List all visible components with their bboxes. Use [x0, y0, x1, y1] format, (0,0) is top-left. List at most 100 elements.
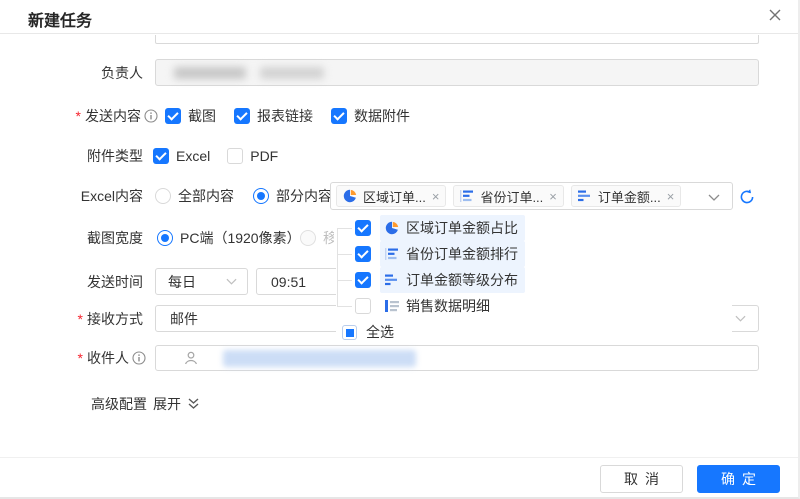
- confirm-button[interactable]: 确定: [697, 465, 780, 493]
- table-icon: [385, 299, 399, 313]
- send-content-label: 发送内容: [85, 106, 141, 126]
- new-task-dialog: 新建任务 负责人 * 发送内容 截图 报表链接 数据附件: [0, 0, 800, 499]
- checkbox-indeterminate-icon[interactable]: [342, 325, 357, 340]
- checkbox-unchecked-icon[interactable]: [355, 298, 371, 314]
- dropdown-item-label: 订单金额等级分布: [406, 270, 518, 290]
- tag-remove-icon[interactable]: ×: [667, 190, 675, 203]
- attachment-type-options: Excel PDF: [153, 146, 278, 166]
- checkbox-checked-icon[interactable]: [153, 148, 169, 164]
- info-icon[interactable]: [144, 109, 158, 123]
- multiselect-dropdown-panel: 区域订单金额占比 省份订单金额排行 订单金额等级分布: [336, 211, 732, 343]
- checkbox-checked-icon[interactable]: [355, 272, 371, 288]
- dropdown-item-label: 区域订单金额占比: [406, 218, 518, 238]
- cancel-button[interactable]: 取消: [600, 465, 683, 493]
- advanced-expand-toggle[interactable]: 展开: [153, 394, 200, 414]
- send-content-options: 截图 报表链接 数据附件: [165, 106, 410, 126]
- required-asterisk: *: [78, 311, 83, 327]
- double-chevron-down-icon: [187, 397, 200, 411]
- tag-label: 省份订单...: [480, 187, 543, 206]
- clipped-input-top[interactable]: [155, 35, 759, 44]
- person-icon: [184, 351, 198, 365]
- dropdown-item-sales-detail[interactable]: 销售数据明细: [355, 294, 497, 318]
- screenshot-width-label: 截图宽度: [0, 228, 143, 248]
- refresh-icon[interactable]: [738, 188, 756, 206]
- radio-label: 部分内容: [276, 186, 332, 206]
- excel-content-label: Excel内容: [0, 186, 143, 206]
- checkbox-checked-icon[interactable]: [331, 108, 347, 124]
- checkbox-checked-icon[interactable]: [355, 220, 371, 236]
- checkbox-unchecked-icon[interactable]: [227, 148, 243, 164]
- checkbox-checked-icon[interactable]: [234, 108, 250, 124]
- checkbox-excel[interactable]: Excel: [153, 148, 210, 164]
- frequency-select[interactable]: 每日: [155, 268, 248, 295]
- checkbox-label: Excel: [176, 148, 210, 164]
- dropdown-item-order-amount[interactable]: 订单金额等级分布: [355, 268, 525, 292]
- radio-label: 全部内容: [178, 186, 234, 206]
- radio-label: 移动端: [323, 228, 334, 248]
- chevron-down-icon: [226, 278, 237, 285]
- dropdown-item-label: 销售数据明细: [406, 296, 490, 316]
- tag-remove-icon[interactable]: ×: [549, 190, 557, 203]
- checkbox-label: 数据附件: [354, 106, 410, 126]
- tree-connector: [337, 254, 352, 255]
- attachment-type-label: 附件类型: [0, 146, 143, 166]
- close-icon: [767, 7, 783, 23]
- checkbox-pdf[interactable]: PDF: [227, 148, 278, 164]
- tag-label: 区域订单...: [363, 187, 426, 206]
- bar-rank-icon: [460, 189, 474, 203]
- radio-pc-width[interactable]: PC端（1920像素）: [157, 228, 301, 248]
- recipient-input[interactable]: [155, 345, 759, 371]
- excel-content-multiselect[interactable]: 区域订单... × 省份订单... × 订单金额... ×: [330, 182, 733, 210]
- tree-connector: [337, 228, 338, 307]
- pie-chart-icon: [385, 221, 399, 235]
- info-icon[interactable]: [132, 351, 146, 365]
- tree-connector: [337, 306, 352, 307]
- footer-divider: [0, 457, 800, 458]
- checkbox-label: 报表链接: [257, 106, 313, 126]
- receive-method-label: 接收方式: [87, 309, 143, 329]
- tree-connector: [337, 228, 352, 229]
- redacted-owner-value: [260, 67, 324, 79]
- advanced-config-label: 高级配置: [0, 394, 147, 414]
- recipient-label-group: * 收件人: [0, 345, 146, 371]
- recipient-label: 收件人: [87, 348, 129, 368]
- tag-province-order[interactable]: 省份订单... ×: [453, 185, 563, 207]
- radio-selected-icon[interactable]: [157, 230, 173, 246]
- select-all-option[interactable]: 全选: [342, 321, 394, 343]
- dialog-title: 新建任务: [28, 7, 92, 31]
- dropdown-item-label: 省份订单金额排行: [406, 244, 518, 264]
- checkbox-checked-icon[interactable]: [355, 246, 371, 262]
- checkbox-label: PDF: [250, 148, 278, 164]
- close-button[interactable]: [764, 4, 786, 26]
- checkbox-data-attachment[interactable]: 数据附件: [331, 106, 410, 126]
- chevron-down-icon[interactable]: [708, 194, 720, 201]
- select-all-label: 全选: [366, 322, 394, 342]
- bar-dist-icon: [385, 273, 399, 287]
- tag-remove-icon[interactable]: ×: [432, 190, 440, 203]
- frequency-value: 每日: [168, 272, 196, 292]
- dropdown-item-region-order[interactable]: 区域订单金额占比: [355, 216, 525, 240]
- tree-connector: [337, 280, 352, 281]
- excel-content-radios: 全部内容 部分内容: [155, 186, 332, 206]
- radio-partial-content[interactable]: 部分内容: [253, 186, 332, 206]
- checkbox-report-link[interactable]: 报表链接: [234, 106, 313, 126]
- send-time-label: 发送时间: [0, 268, 143, 295]
- dropdown-item-province-order[interactable]: 省份订单金额排行: [355, 242, 525, 266]
- chevron-down-icon: [735, 315, 746, 322]
- checkbox-checked-icon[interactable]: [165, 108, 181, 124]
- radio-unselected-icon[interactable]: [155, 188, 171, 204]
- pie-chart-icon: [343, 189, 357, 203]
- tag-order-amount[interactable]: 订单金额... ×: [571, 185, 681, 207]
- send-content-label-group: * 发送内容: [0, 106, 158, 126]
- tag-label: 订单金额...: [598, 187, 661, 206]
- time-value: 09:51: [271, 274, 306, 290]
- radio-all-content[interactable]: 全部内容: [155, 186, 234, 206]
- header-divider: [0, 33, 800, 34]
- bar-dist-icon: [578, 189, 592, 203]
- radio-label: PC端（1920像素）: [180, 228, 301, 248]
- tag-region-order[interactable]: 区域订单... ×: [336, 185, 446, 207]
- receive-method-label-group: * 接收方式: [0, 305, 143, 332]
- radio-selected-icon[interactable]: [253, 188, 269, 204]
- checkbox-screenshot[interactable]: 截图: [165, 106, 216, 126]
- checkbox-label: 截图: [188, 106, 216, 126]
